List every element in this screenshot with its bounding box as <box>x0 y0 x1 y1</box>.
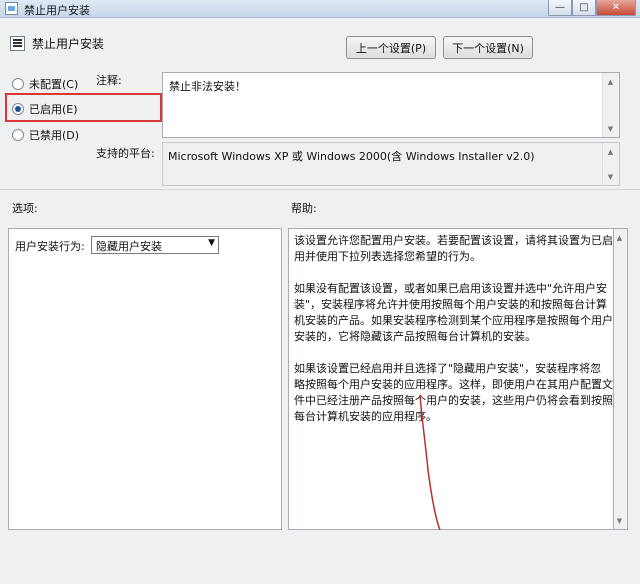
minimize-button[interactable]: — <box>548 0 572 16</box>
help-panel: 该设置允许您配置用户安装。若要配置该设置，请将其设置为已启 用并使用下拉列表选择… <box>288 228 614 530</box>
scroll-down-arrow-icon[interactable]: ▼ <box>602 168 619 185</box>
app-icon <box>5 2 18 15</box>
previous-setting-button[interactable]: 上一个设置(P) <box>346 36 436 59</box>
help-line: 安装的，它将隐藏该产品按照每台计算机的安装。 <box>294 330 536 343</box>
dropdown-value: 隐藏用户安装 <box>96 240 162 253</box>
scroll-up-arrow-icon[interactable]: ▲ <box>612 229 627 246</box>
radio-circle[interactable] <box>12 129 24 141</box>
platform-label: 支持的平台: <box>96 147 155 160</box>
help-spacer <box>294 265 614 281</box>
help-line: 如果没有配置该设置，或者如果已启用该设置并选中"允许用户安 <box>294 282 608 295</box>
policy-icon <box>10 36 25 51</box>
help-line: 略按照每个用户安装的应用程序。这样，即使用户在其用户配置文 <box>294 378 613 391</box>
close-button[interactable]: ✕ <box>596 0 636 16</box>
help-line: 用并使用下拉列表选择您希望的行为。 <box>294 250 481 263</box>
radio-label: 未配置(C) <box>29 78 79 91</box>
scroll-down-arrow-icon[interactable]: ▼ <box>612 512 627 529</box>
section-divider <box>0 189 640 190</box>
scroll-up-arrow-icon[interactable]: ▲ <box>602 73 619 90</box>
scroll-up-arrow-icon[interactable]: ▲ <box>602 143 619 160</box>
platform-scrollbar[interactable]: ▲ ▼ <box>602 143 619 185</box>
enabled-highlight-box <box>5 93 162 122</box>
platform-value: Microsoft Windows XP 或 Windows 2000(含 Wi… <box>168 150 535 163</box>
window-title: 禁止用户安装 <box>24 4 90 17</box>
help-heading: 帮助: <box>291 202 317 215</box>
install-behavior-dropdown[interactable]: 隐藏用户安装 ▼ <box>91 236 219 254</box>
help-line: 装"，安装程序将允许并使用按照每个用户安装的和按照每台计算 <box>294 298 608 311</box>
radio-disabled[interactable]: 已禁用(D) <box>12 127 79 143</box>
comment-textarea[interactable]: 禁止非法安装！ ▲ ▼ <box>162 72 620 138</box>
help-line: 机安装的产品。如果安装程序检测到某个应用程序是按照每个用户 <box>294 314 613 327</box>
help-scrollbar[interactable]: ▲ ▼ <box>613 228 628 530</box>
platform-field: Microsoft Windows XP 或 Windows 2000(含 Wi… <box>162 142 620 186</box>
help-text: 该设置允许您配置用户安装。若要配置该设置，请将其设置为已启 用并使用下拉列表选择… <box>294 233 614 425</box>
radio-circle[interactable] <box>12 78 24 90</box>
maximize-button[interactable]: □ <box>572 0 596 16</box>
install-behavior-label: 用户安装行为: <box>15 240 85 253</box>
help-line: 如果该设置已经启用并且选择了"隐藏用户安装"，安装程序将忽 <box>294 362 602 375</box>
window-controls: — □ ✕ <box>548 0 636 16</box>
options-heading: 选项: <box>12 202 38 215</box>
chevron-down-icon[interactable]: ▼ <box>208 238 215 248</box>
radio-not-configured[interactable]: 未配置(C) <box>12 76 78 92</box>
next-setting-button[interactable]: 下一个设置(N) <box>443 36 533 59</box>
comment-label: 注释: <box>96 74 122 87</box>
help-line: 该设置允许您配置用户安装。若要配置该设置，请将其设置为已启 <box>294 234 613 247</box>
comment-value: 禁止非法安装！ <box>169 80 246 93</box>
help-spacer <box>294 345 614 361</box>
window-titlebar[interactable]: 禁止用户安装 — □ ✕ <box>0 0 640 18</box>
help-line: 每台计算机安装的应用程序。 <box>294 410 437 423</box>
page-title: 禁止用户安装 <box>32 37 105 51</box>
scroll-down-arrow-icon[interactable]: ▼ <box>602 120 619 137</box>
radio-label: 已禁用(D) <box>29 129 80 142</box>
options-panel: 用户安装行为: <box>8 228 282 530</box>
help-line: 件中已经注册产品按照每个用户的安装，这些用户仍将会看到按照 <box>294 394 613 407</box>
comment-scrollbar[interactable]: ▲ ▼ <box>602 73 619 137</box>
